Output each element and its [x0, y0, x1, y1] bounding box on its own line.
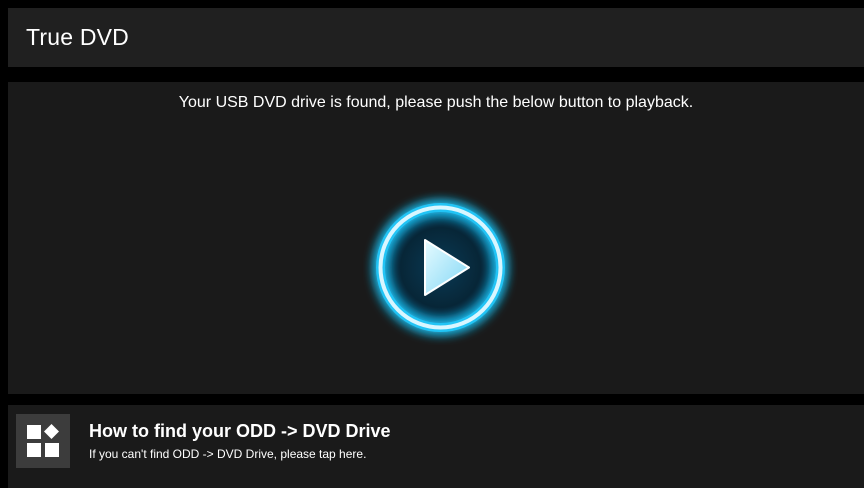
help-row[interactable]: How to find your ODD -> DVD Drive If you… [8, 405, 864, 488]
apps-grid-icon [16, 414, 70, 468]
app-bar: True DVD [8, 8, 864, 67]
help-subtitle: If you can't find ODD -> DVD Drive, plea… [89, 447, 367, 461]
drive-found-message: Your USB DVD drive is found, please push… [178, 94, 694, 111]
app-title: True DVD [26, 24, 129, 50]
play-button[interactable] [363, 190, 518, 345]
play-icon [376, 203, 505, 332]
help-title: How to find your ODD -> DVD Drive [89, 421, 391, 441]
main-panel: Your USB DVD drive is found, please push… [8, 82, 864, 394]
screen: True DVD Your USB DVD drive is found, pl… [0, 0, 864, 488]
